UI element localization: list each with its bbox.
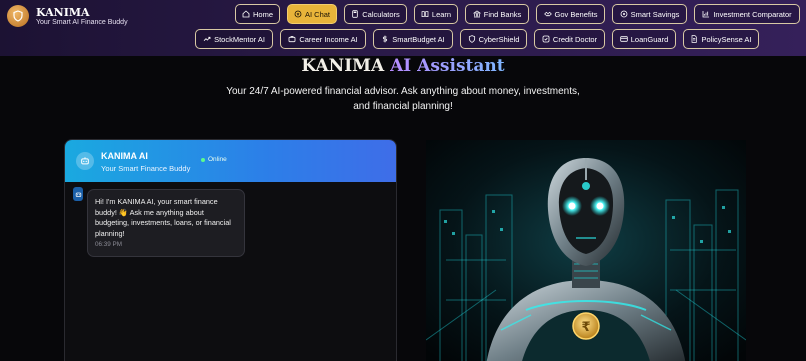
nav-label: CyberShield bbox=[478, 34, 520, 44]
chat-window: KANIMA AI Your Smart Finance Buddy Onlin… bbox=[64, 139, 397, 361]
nav-smart-savings-button[interactable]: Smart Savings bbox=[612, 4, 687, 24]
svg-text:₹: ₹ bbox=[581, 320, 590, 335]
nav-label: Calculators bbox=[362, 9, 400, 19]
online-status: Online bbox=[201, 156, 227, 163]
nav-label: Smart Savings bbox=[630, 9, 680, 19]
nav-label: Learn bbox=[431, 9, 452, 19]
nav-cybershield-button[interactable]: CyberShield bbox=[460, 29, 527, 49]
brand-name: KANIMA bbox=[36, 6, 90, 19]
bot-avatar bbox=[76, 152, 94, 170]
page-title: KANIMA AI Assistant bbox=[0, 56, 806, 76]
nav-loanguard-button[interactable]: LoanGuard bbox=[612, 29, 676, 49]
shield-icon bbox=[13, 10, 23, 22]
brand-tagline: Your Smart AI Finance Buddy bbox=[36, 19, 128, 26]
nav-label: Home bbox=[252, 9, 273, 19]
nav-label: PolicySense AI bbox=[701, 34, 752, 44]
nav-label: Credit Doctor bbox=[552, 34, 598, 44]
chart-icon bbox=[702, 11, 710, 18]
top-navbar: KANIMA Your Smart AI Finance Buddy Home … bbox=[0, 0, 806, 56]
nav-find-banks-button[interactable]: Find Banks bbox=[465, 4, 529, 24]
nav-home-button[interactable]: Home bbox=[235, 4, 280, 24]
chat-icon bbox=[294, 10, 302, 18]
page-title-brand: KANIMA bbox=[301, 56, 391, 76]
chat-message-time: 06:39 PM bbox=[95, 241, 122, 248]
ai-robot-illustration: ₹ bbox=[426, 140, 746, 361]
nav-label: Investment Comparator bbox=[713, 9, 792, 19]
page-title-highlight: AI Assistant bbox=[390, 56, 505, 76]
robot-icon bbox=[75, 192, 81, 197]
calculator-icon bbox=[352, 10, 358, 18]
nav-label: Gov Benefits bbox=[554, 9, 598, 19]
online-dot-icon bbox=[201, 157, 205, 162]
chat-message-text: Hi! I'm KANIMA AI, your smart finance bu… bbox=[95, 197, 231, 238]
nav-investment-comparator-button[interactable]: Investment Comparator bbox=[694, 4, 800, 24]
document-icon bbox=[692, 35, 698, 43]
nav-label: AI Chat bbox=[304, 9, 330, 19]
book-icon bbox=[421, 11, 429, 18]
nav-stockmentor-button[interactable]: StockMentor AI bbox=[195, 29, 273, 49]
dollar-icon bbox=[383, 35, 388, 43]
briefcase-icon bbox=[288, 35, 296, 43]
home-icon bbox=[242, 10, 250, 18]
robot-icon bbox=[81, 157, 89, 165]
badge-icon bbox=[542, 35, 550, 43]
shield-icon bbox=[468, 35, 475, 43]
message-bot-avatar bbox=[73, 187, 83, 201]
nav-learn-button[interactable]: Learn bbox=[414, 4, 458, 24]
nav-gov-benefits-button[interactable]: Gov Benefits bbox=[536, 4, 605, 24]
chat-bot-subtitle: Your Smart Finance Buddy bbox=[101, 164, 191, 173]
nav-label: Career Income AI bbox=[299, 34, 358, 44]
nav-label: StockMentor AI bbox=[214, 34, 265, 44]
savings-icon bbox=[620, 10, 628, 18]
nav-smartbudget-button[interactable]: SmartBudget AI bbox=[373, 29, 453, 49]
nav-ai-chat-button[interactable]: AI Chat bbox=[287, 4, 337, 24]
nav-policysense-button[interactable]: PolicySense AI bbox=[683, 29, 759, 49]
nav-calculators-button[interactable]: Calculators bbox=[344, 4, 407, 24]
chat-bot-name: KANIMA AI bbox=[101, 151, 148, 161]
card-icon bbox=[620, 36, 628, 42]
nav-credit-doctor-button[interactable]: Credit Doctor bbox=[534, 29, 605, 49]
brand-logo[interactable] bbox=[7, 5, 29, 27]
bank-icon bbox=[472, 10, 481, 18]
trend-icon bbox=[203, 36, 211, 41]
handshake-icon bbox=[543, 11, 552, 17]
page-subtitle: Your 24/7 AI-powered financial advisor. … bbox=[226, 86, 580, 112]
nav-career-income-button[interactable]: Career Income AI bbox=[280, 29, 366, 49]
chat-header: KANIMA AI Your Smart Finance Buddy Onlin… bbox=[65, 140, 396, 182]
nav-label: LoanGuard bbox=[630, 34, 669, 44]
nav-label: SmartBudget AI bbox=[392, 34, 445, 44]
chat-message-bubble: Hi! I'm KANIMA AI, your smart finance bu… bbox=[87, 189, 245, 257]
online-status-label: Online bbox=[208, 156, 227, 163]
nav-label: Find Banks bbox=[483, 9, 522, 19]
